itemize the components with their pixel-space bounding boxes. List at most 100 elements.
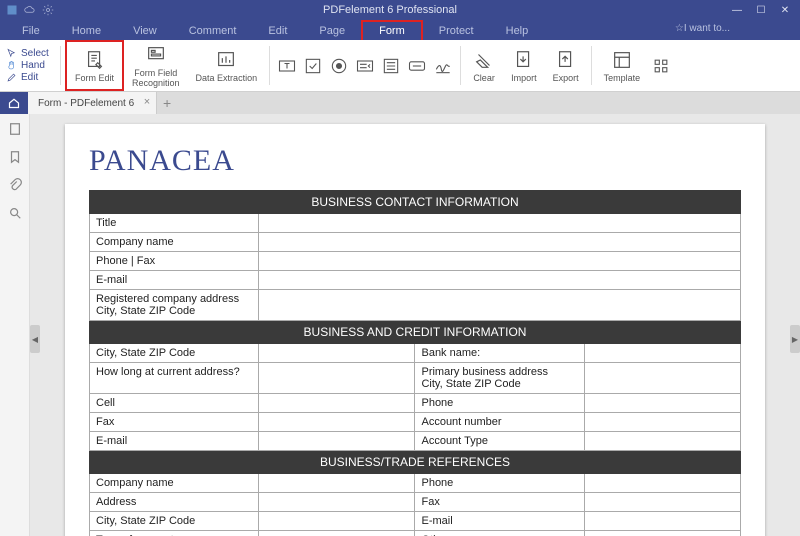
close-tab-icon[interactable]: × xyxy=(144,96,150,108)
menu-file[interactable]: File xyxy=(6,22,56,40)
form-cell: Bank name: xyxy=(415,344,584,363)
form-cell: Type of account xyxy=(90,531,259,536)
form-cell: How long at current address? xyxy=(90,363,259,394)
form-cell xyxy=(259,512,415,531)
signature-icon[interactable] xyxy=(430,40,456,91)
export-button[interactable]: Export xyxy=(545,40,587,91)
form-cell xyxy=(259,344,415,363)
text-field-icon[interactable] xyxy=(274,40,300,91)
form-table: BUSINESS CONTACT INFORMATIONTitleCompany… xyxy=(89,190,741,536)
form-cell xyxy=(259,493,415,512)
right-edge-handle[interactable]: ▶ xyxy=(790,325,800,353)
form-cell xyxy=(584,474,740,493)
add-tab-button[interactable]: + xyxy=(157,95,177,111)
menu-comment[interactable]: Comment xyxy=(173,22,253,40)
form-field-recognition-button[interactable]: Form Field Recognition xyxy=(124,40,188,91)
menu-edit[interactable]: Edit xyxy=(252,22,303,40)
form-cell xyxy=(259,432,415,451)
form-cell: Title xyxy=(90,214,259,233)
form-cell: E-mail xyxy=(90,432,259,451)
bookmarks-icon[interactable] xyxy=(8,150,22,164)
form-cell: Account number xyxy=(415,413,584,432)
form-edit-button[interactable]: Form Edit xyxy=(65,40,124,91)
form-cell xyxy=(584,512,740,531)
form-cell: Address xyxy=(90,493,259,512)
form-cell: Account Type xyxy=(415,432,584,451)
form-cell: Other xyxy=(415,531,584,536)
left-rail xyxy=(0,114,30,536)
menu-home[interactable]: Home xyxy=(56,22,117,40)
title-bar: PDFelement 6 Professional — ☐ ✕ xyxy=(0,0,800,20)
clear-button[interactable]: Clear xyxy=(465,40,503,91)
search-rail-icon[interactable] xyxy=(8,206,22,220)
form-cell: Registered company address City, State Z… xyxy=(90,290,259,321)
form-cell xyxy=(259,413,415,432)
section-header: BUSINESS/TRADE REFERENCES xyxy=(90,451,741,474)
close-button[interactable]: ✕ xyxy=(774,1,796,19)
menu-page[interactable]: Page xyxy=(303,22,361,40)
form-cell xyxy=(259,474,415,493)
list-box-icon[interactable] xyxy=(378,40,404,91)
form-cell: Cell xyxy=(90,394,259,413)
checkbox-icon[interactable] xyxy=(300,40,326,91)
more-options-icon[interactable] xyxy=(648,40,674,91)
form-cell: Phone | Fax xyxy=(90,252,259,271)
section-header: BUSINESS AND CREDIT INFORMATION xyxy=(90,321,741,344)
menu-protect[interactable]: Protect xyxy=(423,22,490,40)
form-cell: Company name xyxy=(90,474,259,493)
form-cell: Phone xyxy=(415,394,584,413)
form-cell: City, State ZIP Code xyxy=(90,344,259,363)
menu-view[interactable]: View xyxy=(117,22,173,40)
menu-bar: FileHomeViewCommentEditPageFormProtectHe… xyxy=(0,20,800,40)
form-cell xyxy=(259,214,741,233)
form-cell xyxy=(259,363,415,394)
form-cell: Fax xyxy=(90,413,259,432)
form-cell xyxy=(259,394,415,413)
form-cell: City, State ZIP Code xyxy=(90,512,259,531)
template-button[interactable]: Template xyxy=(596,40,649,91)
form-cell xyxy=(584,394,740,413)
gear-icon[interactable] xyxy=(42,4,54,16)
home-tab-button[interactable] xyxy=(0,92,28,114)
document-page: PANACEA BUSINESS CONTACT INFORMATIONTitl… xyxy=(65,124,765,536)
document-tab-strip: Form - PDFelement 6 × + xyxy=(0,92,800,114)
form-cell: Company name xyxy=(90,233,259,252)
form-cell: Fax xyxy=(415,493,584,512)
document-canvas[interactable]: ◀ ▶ PANACEA BUSINESS CONTACT INFORMATION… xyxy=(30,114,800,536)
document-tab[interactable]: Form - PDFelement 6 × xyxy=(28,92,157,114)
form-cell xyxy=(584,413,740,432)
import-button[interactable]: Import xyxy=(503,40,545,91)
form-cell xyxy=(584,432,740,451)
section-header: BUSINESS CONTACT INFORMATION xyxy=(90,191,741,214)
i-want-to[interactable]: I want to... xyxy=(675,23,730,34)
form-cell xyxy=(259,233,741,252)
data-extraction-button[interactable]: Data Extraction xyxy=(188,40,266,91)
minimize-button[interactable]: — xyxy=(726,1,748,19)
form-cell xyxy=(259,290,741,321)
form-cell xyxy=(259,271,741,290)
ribbon: Select Hand Edit Form Edit Form Field Re… xyxy=(0,40,800,92)
select-tool[interactable]: Select xyxy=(6,48,56,59)
form-cell: E-mail xyxy=(415,512,584,531)
form-cell xyxy=(584,493,740,512)
form-cell: E-mail xyxy=(90,271,259,290)
button-field-icon[interactable] xyxy=(404,40,430,91)
form-cell xyxy=(584,344,740,363)
menu-form[interactable]: Form xyxy=(361,20,423,40)
attachments-icon[interactable] xyxy=(8,178,22,192)
left-edge-handle[interactable]: ◀ xyxy=(30,325,40,353)
hand-tool[interactable]: Hand xyxy=(6,60,56,71)
cloud-icon[interactable] xyxy=(24,4,36,16)
brand-heading: PANACEA xyxy=(89,144,741,178)
app-title: PDFelement 6 Professional xyxy=(54,4,726,16)
app-logo-icon xyxy=(6,4,18,16)
form-cell xyxy=(584,363,740,394)
menu-help[interactable]: Help xyxy=(490,22,545,40)
thumbnails-icon[interactable] xyxy=(8,122,22,136)
form-cell xyxy=(584,531,740,536)
combo-box-icon[interactable] xyxy=(352,40,378,91)
form-cell xyxy=(259,252,741,271)
edit-tool[interactable]: Edit xyxy=(6,72,56,83)
maximize-button[interactable]: ☐ xyxy=(750,1,772,19)
radio-button-icon[interactable] xyxy=(326,40,352,91)
